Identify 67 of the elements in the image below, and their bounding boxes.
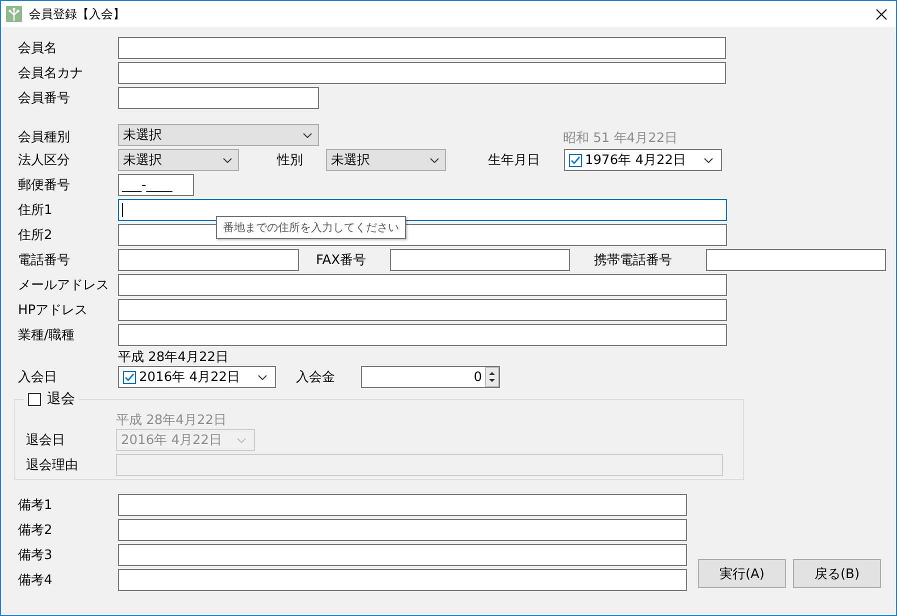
field-label: 生年月日 [488, 152, 541, 169]
field-label: 会員名 [18, 40, 58, 57]
text-field[interactable] [116, 454, 723, 476]
checkbox[interactable] [28, 392, 41, 406]
field-label: HPアドレス [18, 302, 89, 319]
text-field[interactable] [118, 37, 726, 59]
field-label: 備考4 [18, 572, 54, 589]
era-date-label: 平成 28年4月22日 [118, 349, 228, 366]
close-icon [876, 8, 886, 20]
field-label: 性別 [277, 152, 304, 169]
text-cursor [122, 203, 123, 217]
caret-icon [430, 158, 439, 162]
field-label: 法人区分 [18, 152, 71, 169]
window-title: 会員登録【入会】 [29, 6, 125, 22]
text-field[interactable] [118, 569, 687, 591]
action-button[interactable]: 戻る(B) [793, 559, 881, 588]
date-picker[interactable]: 1976年 4月22日 [564, 149, 722, 171]
text-field[interactable] [118, 62, 726, 84]
dropdown[interactable]: 未選択 [118, 124, 319, 146]
text-field[interactable] [706, 249, 886, 271]
text-field[interactable] [118, 199, 727, 221]
dropdown[interactable]: 未選択 [326, 149, 446, 171]
caret-icon [258, 374, 267, 380]
field-label: 郵便番号 [18, 177, 71, 194]
field-label: 住所1 [18, 202, 54, 219]
field-label: 備考1 [18, 497, 54, 514]
field-label: 業種/職種 [18, 327, 76, 344]
text-field[interactable] [118, 274, 727, 296]
text-field[interactable] [118, 544, 687, 566]
caret-icon [223, 158, 232, 162]
action-button[interactable]: 実行(A) [698, 559, 786, 588]
field-label: 会員名カナ [18, 65, 84, 82]
dropdown[interactable]: 未選択 [118, 149, 239, 171]
era-date-label: 平成 28年4月22日 [116, 412, 226, 429]
field-label: 会員種別 [18, 129, 71, 146]
tooltip: 番地までの住所を入力してください [216, 216, 406, 239]
caret-icon [237, 438, 246, 442]
checkbox[interactable] [123, 370, 136, 384]
caret-icon [303, 132, 312, 138]
field-label: 備考2 [18, 522, 54, 539]
field-label: メールアドレス [18, 277, 110, 294]
text-field[interactable] [118, 519, 687, 541]
field-label: 電話番号 [18, 252, 71, 269]
era-date-label: 昭和 51 年4月22日 [563, 131, 678, 146]
caret-icon [704, 158, 713, 162]
number-field[interactable]: 0 [361, 366, 500, 388]
text-field[interactable] [118, 324, 727, 346]
text-field[interactable]: ___-____ [118, 174, 194, 196]
text-field[interactable] [390, 249, 570, 271]
field-label: 入会日 [18, 369, 58, 386]
field-label: FAX番号 [316, 252, 368, 269]
field-label: 入会金 [296, 369, 336, 386]
text-field[interactable] [118, 87, 319, 109]
field-label: 携帯電話番号 [594, 252, 673, 269]
text-field[interactable] [118, 299, 727, 321]
field-label: 退会理由 [26, 457, 79, 474]
field-label: 退会 [47, 390, 75, 408]
checkbox[interactable] [569, 154, 582, 166]
field-label: 備考3 [18, 547, 54, 564]
app-icon [6, 6, 22, 22]
field-label: 住所2 [18, 227, 54, 244]
field-label: 退会日 [26, 432, 66, 449]
text-field[interactable] [118, 494, 687, 516]
text-field[interactable] [118, 249, 299, 271]
field-label: 会員番号 [18, 90, 71, 107]
spinner-icon[interactable] [485, 367, 499, 387]
date-picker[interactable]: 2016年 4月22日 [118, 366, 276, 388]
